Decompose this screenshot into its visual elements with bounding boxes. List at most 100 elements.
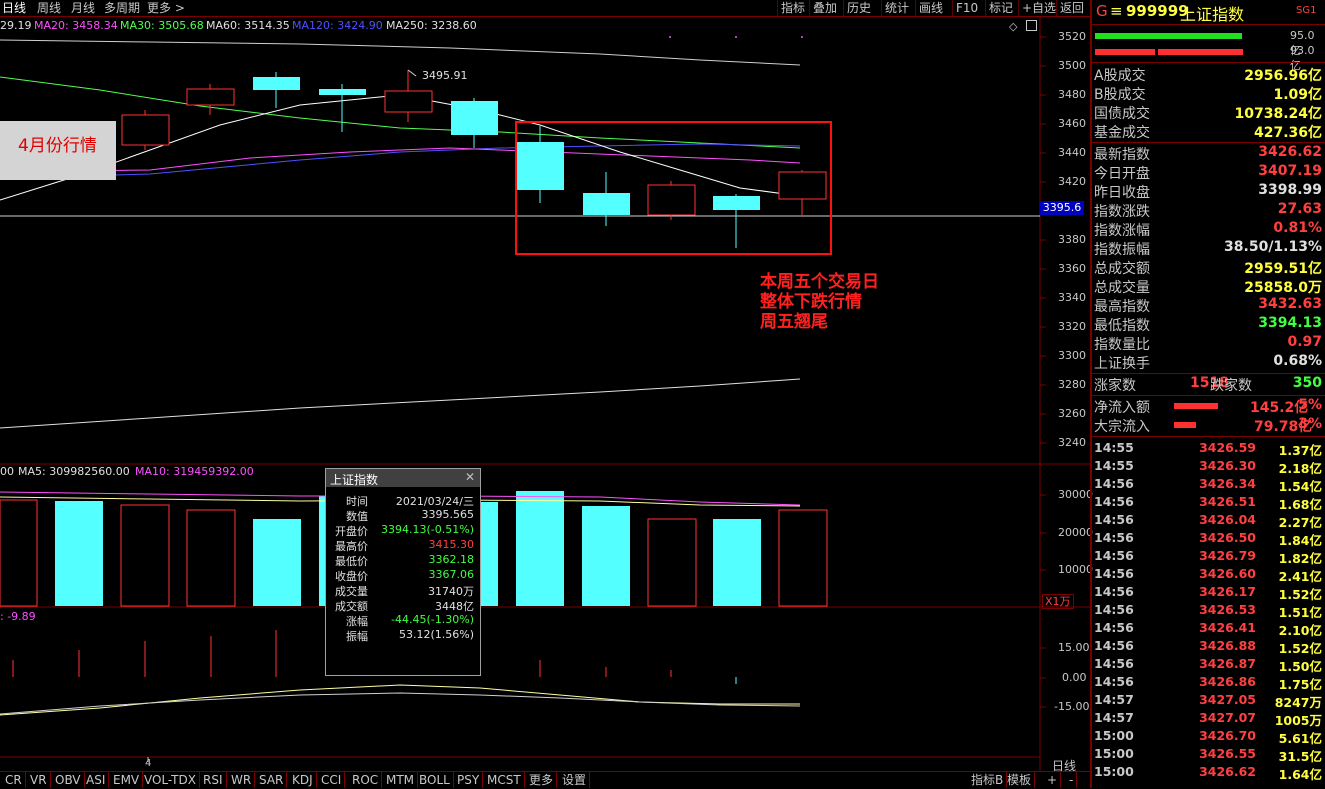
- tab-mcst[interactable]: MCST: [484, 772, 525, 788]
- tooltip-row: 成交额 3448亿: [335, 600, 474, 613]
- tab-emv[interactable]: EMV: [110, 772, 144, 788]
- tick-row: 14:57 3427.07 1005万: [1094, 710, 1322, 728]
- tab-sar[interactable]: SAR: [256, 772, 288, 788]
- tooltip-title: 上证指数: [330, 473, 379, 487]
- axis-tick: 3240: [1058, 436, 1086, 449]
- ma250-line: [0, 378, 801, 429]
- tick-row: 14:56 3426.53 1.51亿: [1094, 602, 1322, 620]
- indicator-axis-tick: 0.00: [1062, 671, 1087, 684]
- tick-row: 15:00 3426.55 31.5亿: [1094, 746, 1322, 764]
- candle: [121, 114, 170, 146]
- axis-tick: 3360: [1058, 262, 1086, 275]
- quote-row: 指数振幅 38.50/1.13%: [1094, 239, 1322, 258]
- tooltip-row: 涨幅 -44.45(-1.30%): [346, 613, 474, 628]
- axis-tick: 3320: [1058, 320, 1086, 333]
- tick-row: 14:55 3426.59 1.37亿: [1094, 440, 1322, 458]
- quote-row: 指数量比 0.97: [1094, 334, 1322, 353]
- tick-row: 15:00 3426.62 1.64亿: [1094, 764, 1322, 782]
- volume-legend: 00 MA5: 309982560.00 MA10: 319459392.00: [0, 465, 600, 479]
- axis-tick: 3500: [1058, 59, 1086, 72]
- axis-tick: 3460: [1058, 117, 1086, 130]
- indicator-axis-tick: -15.00: [1054, 700, 1090, 713]
- tab-psy[interactable]: PSY: [454, 772, 484, 788]
- volume-axis-tick: 10000: [1058, 563, 1093, 576]
- tooltip-header: 上证指数 ✕: [326, 469, 480, 487]
- flow-row: 净流入额 145.2亿 5%: [1094, 397, 1322, 416]
- badge-label: SG1: [1296, 5, 1317, 16]
- week-annotation-line: 周五翘尾: [760, 312, 828, 332]
- market-breadth-row: 涨家数 1518 跌家数 350: [1092, 375, 1325, 394]
- axis-tick: 3380: [1058, 233, 1086, 246]
- peak-price-label: 3495.91: [422, 69, 468, 82]
- tab-cci[interactable]: CCI: [318, 772, 346, 788]
- menu-icon[interactable]: ≡: [1110, 2, 1123, 20]
- turnover-row: 国债成交 10738.24亿: [1094, 106, 1322, 122]
- tab-vr[interactable]: VR: [27, 772, 51, 788]
- tooltip-row: 振幅 53.12(1.56%): [346, 628, 474, 643]
- indicator-b-button[interactable]: 指标B: [968, 772, 1008, 788]
- tick-row: 14:56 3426.17 1.52亿: [1094, 584, 1322, 602]
- april-annotation-text: 4月份行情: [18, 136, 97, 156]
- kline-chart[interactable]: [0, 0, 1090, 772]
- tab-cr[interactable]: CR: [2, 772, 26, 788]
- data-tooltip: 上证指数 ✕ 时间 2021/03/24/三 数值 3395.565 开盘价 3394…: [325, 468, 481, 676]
- zoom-out-button[interactable]: -: [1066, 772, 1078, 788]
- axis-tick: 3520: [1058, 30, 1086, 43]
- axis-tick: 3280: [1058, 378, 1086, 391]
- turnover-row: A股成交 2956.96亿: [1094, 68, 1322, 84]
- tick-row: 14:56 3426.51 1.68亿: [1094, 494, 1322, 512]
- ma60-line: [0, 39, 801, 66]
- up-count-label: 涨家数: [1094, 378, 1136, 394]
- tab-rsi[interactable]: RSI: [200, 772, 227, 788]
- close-icon[interactable]: ✕: [465, 470, 475, 484]
- window-icon[interactable]: [1026, 20, 1037, 31]
- tooltip-row: 收盘价 3367.06: [335, 568, 474, 583]
- diamond-icon[interactable]: ◇: [1009, 20, 1017, 33]
- zoom-in-button[interactable]: +: [1044, 772, 1062, 788]
- tab-wr[interactable]: WR: [228, 772, 256, 788]
- indicator-line-a: [0, 684, 800, 716]
- tab-roc[interactable]: ROC: [349, 772, 383, 788]
- axis-tick: 3340: [1058, 291, 1086, 304]
- tick-row: 14:56 3426.79 1.82亿: [1094, 548, 1322, 566]
- vol-ma5-value: MA5: 309982560.00: [18, 465, 130, 478]
- quote-row: 指数涨跌 27.63: [1094, 201, 1322, 220]
- tab-obv[interactable]: OBV: [52, 772, 85, 788]
- quote-row: 总成交量 25858.0万: [1094, 280, 1322, 296]
- quote-row: 最低指数 3394.13: [1094, 315, 1322, 334]
- vol-ma10-value: MA10: 319459392.00: [135, 465, 254, 478]
- tab-mtm[interactable]: MTM: [383, 772, 419, 788]
- week-annotation: 本周五个交易日 整体下跌行情 周五翘尾: [760, 272, 879, 332]
- candle: [253, 77, 300, 90]
- tab-asi[interactable]: ASI: [83, 772, 110, 788]
- tooltip-row: 时间 2021/03/24/三: [346, 495, 474, 508]
- turnover-row: 基金成交 427.36亿: [1094, 125, 1322, 141]
- tab-vol-tdx[interactable]: VOL-TDX: [141, 772, 200, 788]
- tooltip-row: 最低价 3362.18: [335, 553, 474, 568]
- candle: [186, 88, 235, 106]
- flow-bar: [1174, 422, 1196, 428]
- candle: [319, 89, 366, 95]
- candle: [384, 90, 433, 113]
- tab-boll[interactable]: BOLL: [416, 772, 454, 788]
- week-annotation-line: 整体下跌行情: [760, 292, 862, 312]
- tick-row: 14:56 3426.87 1.50亿: [1094, 656, 1322, 674]
- quote-row: 昨日收盘 3398.99: [1094, 182, 1322, 201]
- tab-kdj[interactable]: KDJ: [289, 772, 317, 788]
- week-annotation-line: 本周五个交易日: [760, 272, 879, 292]
- sell-strength-bar-a: [1095, 49, 1155, 55]
- flow-row: 大宗流入 79.78亿 3%: [1094, 416, 1322, 435]
- tab-more-indicators[interactable]: 更多: [526, 772, 558, 788]
- template-button[interactable]: 模板: [1004, 772, 1036, 788]
- tick-row: 14:57 3427.05 8247万: [1094, 692, 1322, 710]
- tooltip-row: 开盘价 3394.13(-0.51%): [335, 523, 474, 538]
- tab-settings[interactable]: 设置: [559, 772, 591, 788]
- tick-row: 14:56 3426.04 2.27亿: [1094, 512, 1322, 530]
- tooltip-row: 最高价 3415.30: [335, 538, 474, 553]
- axis-tick: 3300: [1058, 349, 1086, 362]
- candle: [583, 193, 630, 215]
- volume-axis-tick: 30000: [1058, 488, 1093, 501]
- axis-tick: 3420: [1058, 175, 1086, 188]
- volume-prefix: 00: [0, 465, 14, 478]
- quote-row: 最新指数 3426.62: [1094, 144, 1322, 163]
